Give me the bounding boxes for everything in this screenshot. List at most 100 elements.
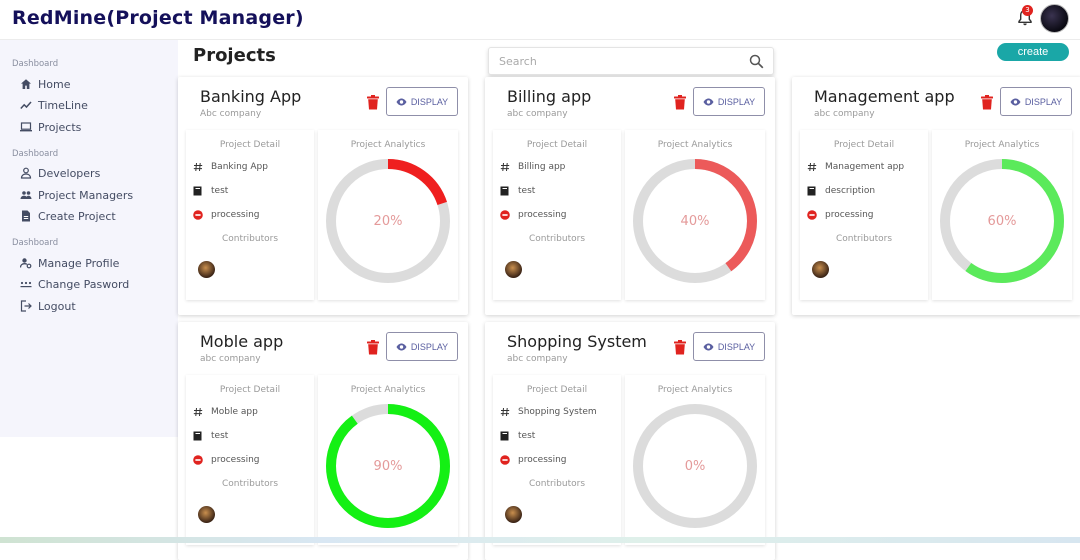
avatar[interactable] bbox=[1040, 4, 1069, 33]
detail-description: test bbox=[211, 431, 229, 441]
detail-row-status: processing bbox=[192, 208, 260, 222]
contributors-label: Contributors bbox=[221, 234, 279, 244]
progress-donut: 0% bbox=[633, 404, 757, 528]
project-card: Billing app abc company DISPLAY Project … bbox=[485, 77, 775, 315]
contributor-avatar[interactable] bbox=[505, 261, 522, 278]
display-button[interactable]: DISPLAY bbox=[693, 332, 765, 361]
notification-badge: 3 bbox=[1022, 5, 1033, 16]
search-icon[interactable] bbox=[749, 54, 764, 69]
sidebar-item-create-project[interactable]: Create Project bbox=[20, 207, 116, 225]
contributor-avatar[interactable] bbox=[198, 506, 215, 523]
sidebar-item-change-password[interactable]: Change Pasword bbox=[20, 275, 129, 293]
sidebar-section-title: Dashboard bbox=[12, 149, 59, 159]
project-detail-panel: Project Detail Management app descriptio… bbox=[800, 130, 928, 300]
progress-donut: 90% bbox=[326, 404, 450, 528]
project-name: Shopping System bbox=[507, 332, 647, 351]
eye-icon bbox=[703, 98, 714, 105]
display-button[interactable]: DISPLAY bbox=[386, 332, 458, 361]
hash-icon bbox=[192, 407, 203, 418]
sidebar-item-timeline[interactable]: TimeLine bbox=[20, 96, 88, 114]
project-analytics-panel: Project Analytics 90% bbox=[318, 375, 458, 545]
trash-icon[interactable] bbox=[673, 95, 687, 110]
trash-icon[interactable] bbox=[673, 340, 687, 355]
project-card: Management app abc company DISPLAY Proje… bbox=[792, 77, 1080, 315]
create-button[interactable]: create bbox=[997, 43, 1069, 61]
sidebar-item-project-managers[interactable]: Project Managers bbox=[20, 186, 133, 204]
project-detail-panel: Project Detail Shopping System test proc… bbox=[493, 375, 621, 545]
sidebar-item-label: Manage Profile bbox=[38, 256, 120, 270]
detail-row-name: Moble app bbox=[192, 405, 258, 419]
sidebar-item-label: TimeLine bbox=[38, 98, 88, 112]
display-label: DISPLAY bbox=[1024, 96, 1063, 107]
detail-row-description: test bbox=[499, 429, 535, 443]
progress-label: 40% bbox=[681, 214, 710, 229]
sidebar-item-developers[interactable]: Developers bbox=[20, 164, 100, 182]
app-title: RedMine(Project Manager) bbox=[12, 7, 304, 29]
sidebar-item-label: Projects bbox=[38, 120, 82, 134]
sidebar-section-title: Dashboard bbox=[12, 238, 59, 248]
sidebar-item-projects[interactable]: Projects bbox=[20, 118, 81, 136]
sidebar-item-manage-profile[interactable]: Manage Profile bbox=[20, 254, 119, 272]
contributor-avatar[interactable] bbox=[812, 261, 829, 278]
trash-icon[interactable] bbox=[980, 95, 994, 110]
project-company: Abc company bbox=[200, 109, 262, 119]
project-detail-header: Project Detail bbox=[526, 140, 588, 150]
timeline-icon bbox=[20, 101, 32, 110]
page-title: Projects bbox=[193, 45, 276, 66]
manage-profile-icon bbox=[20, 258, 32, 269]
project-detail-panel: Project Detail Moble app test processing… bbox=[186, 375, 314, 545]
display-label: DISPLAY bbox=[717, 96, 756, 107]
book-icon bbox=[192, 431, 203, 442]
detail-status: processing bbox=[211, 455, 260, 465]
display-button[interactable]: DISPLAY bbox=[1000, 87, 1072, 116]
person-icon bbox=[20, 167, 32, 179]
detail-project-name: Billing app bbox=[518, 162, 566, 172]
book-icon bbox=[499, 186, 510, 197]
status-stop-icon bbox=[806, 210, 817, 221]
eye-icon bbox=[1010, 98, 1021, 105]
detail-status: processing bbox=[518, 210, 567, 220]
detail-row-description: description bbox=[806, 184, 875, 198]
status-stop-icon bbox=[192, 455, 203, 466]
search-box bbox=[488, 47, 774, 75]
sidebar-item-logout[interactable]: Logout bbox=[20, 297, 76, 315]
project-name: Billing app bbox=[507, 87, 592, 106]
display-label: DISPLAY bbox=[410, 96, 449, 107]
project-card: Banking App Abc company DISPLAY Project … bbox=[178, 77, 468, 315]
detail-project-name: Banking App bbox=[211, 162, 268, 172]
contributors-label: Contributors bbox=[528, 479, 586, 489]
display-button[interactable]: DISPLAY bbox=[386, 87, 458, 116]
project-detail-header: Project Detail bbox=[219, 385, 281, 395]
project-detail-header: Project Detail bbox=[219, 140, 281, 150]
project-analytics-header: Project Analytics bbox=[350, 140, 426, 150]
sidebar-item-label: Developers bbox=[38, 166, 101, 180]
group-icon bbox=[20, 191, 32, 199]
password-icon bbox=[20, 281, 32, 288]
project-detail-panel: Project Detail Banking App test processi… bbox=[186, 130, 314, 300]
display-label: DISPLAY bbox=[717, 341, 756, 352]
detail-status: processing bbox=[825, 210, 874, 220]
detail-project-name: Moble app bbox=[211, 407, 258, 417]
hash-icon bbox=[499, 162, 510, 173]
book-icon bbox=[806, 186, 817, 197]
contributor-avatar[interactable] bbox=[198, 261, 215, 278]
detail-row-name: Shopping System bbox=[499, 405, 597, 419]
display-button[interactable]: DISPLAY bbox=[693, 87, 765, 116]
eye-icon bbox=[703, 343, 714, 350]
contributor-avatar[interactable] bbox=[505, 506, 522, 523]
progress-donut: 40% bbox=[633, 159, 757, 283]
trash-icon[interactable] bbox=[366, 340, 380, 355]
progress-donut: 60% bbox=[940, 159, 1064, 283]
sidebar-item-home[interactable]: Home bbox=[20, 75, 70, 93]
detail-row-description: test bbox=[192, 429, 228, 443]
detail-status: processing bbox=[518, 455, 567, 465]
project-name: Banking App bbox=[200, 87, 302, 106]
project-name: Moble app bbox=[200, 332, 284, 351]
sidebar-item-label: Logout bbox=[38, 299, 76, 313]
project-company: abc company bbox=[200, 354, 261, 364]
search-input[interactable] bbox=[499, 53, 739, 70]
book-icon bbox=[192, 186, 203, 197]
trash-icon[interactable] bbox=[366, 95, 380, 110]
project-analytics-panel: Project Analytics 0% bbox=[625, 375, 765, 545]
detail-row-name: Management app bbox=[806, 160, 904, 174]
